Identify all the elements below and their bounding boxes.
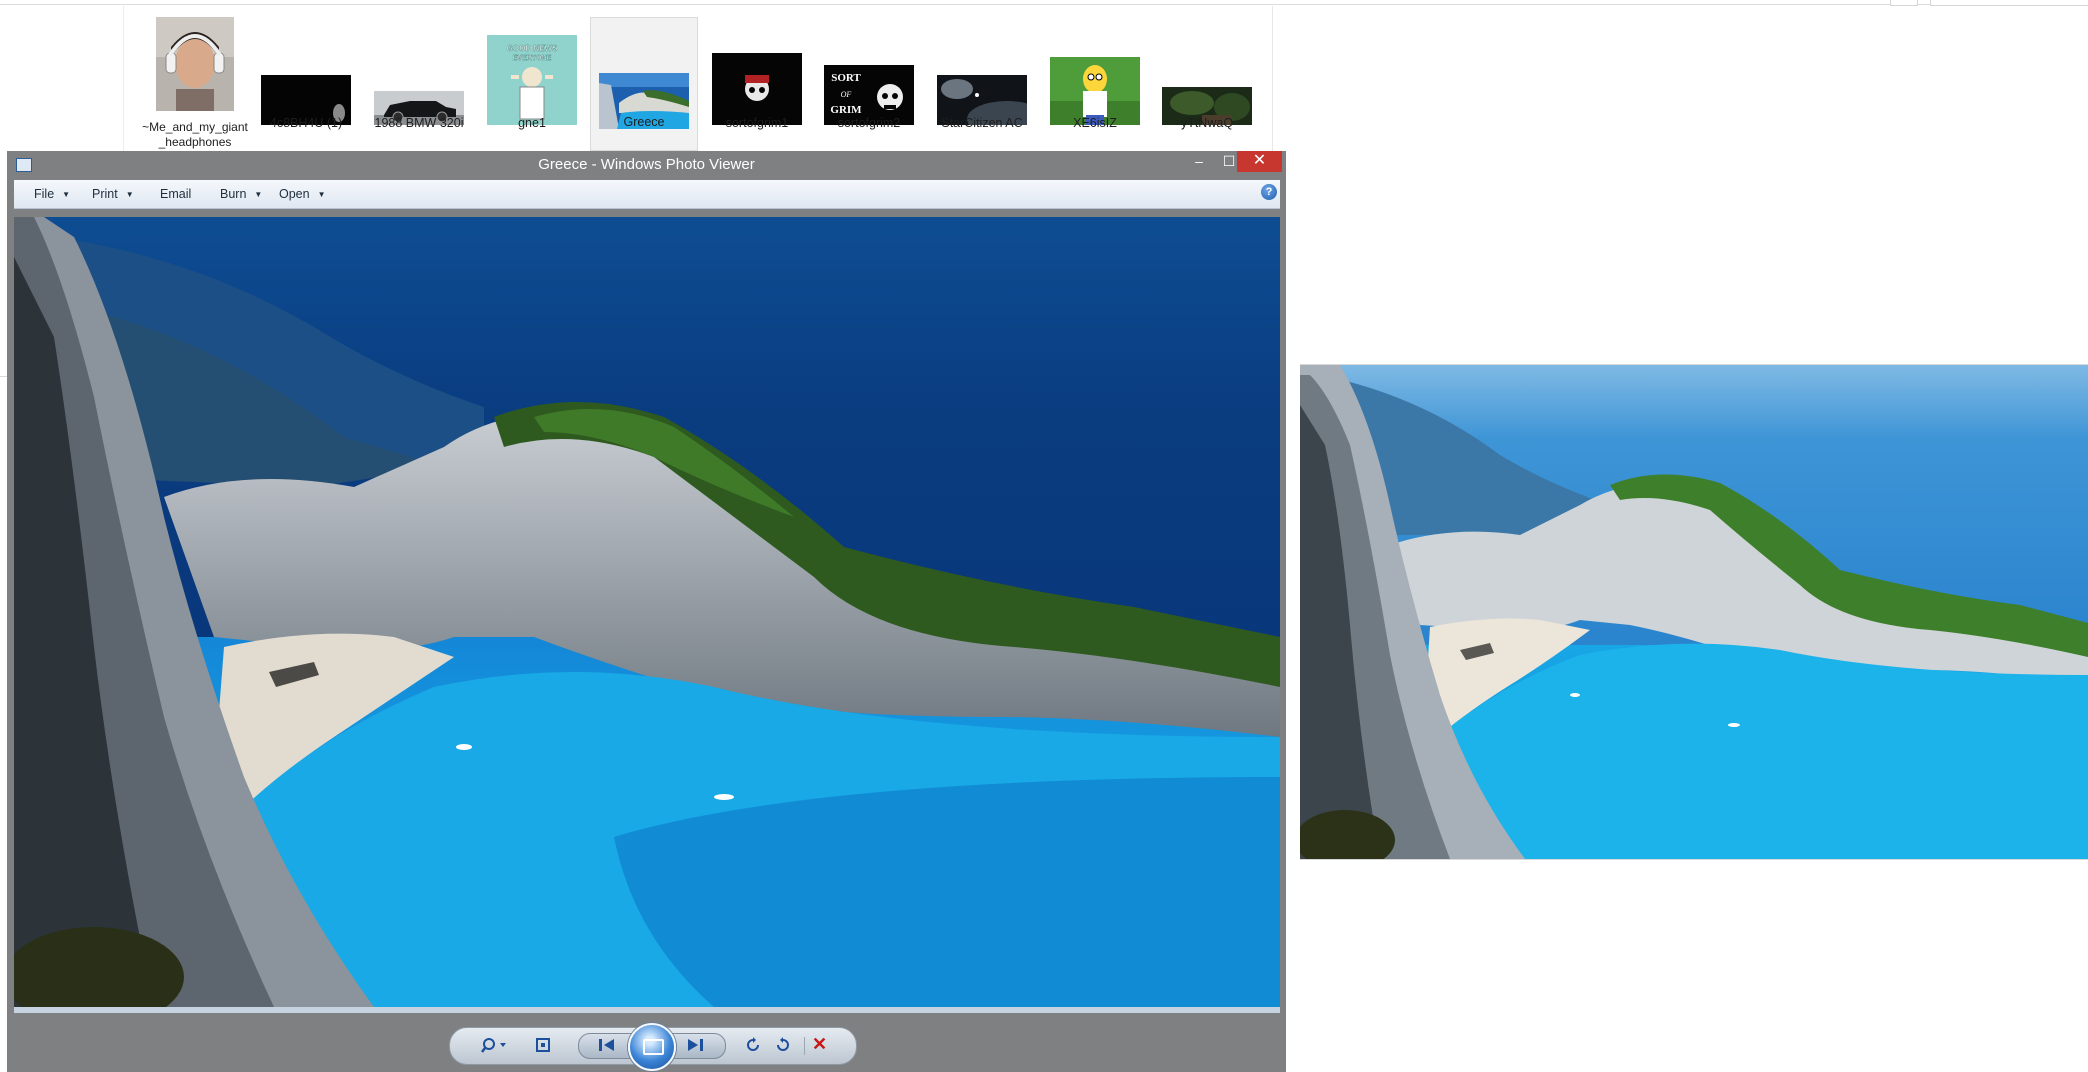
dropdown-arrow-icon: ▼ <box>317 190 326 200</box>
previous-icon[interactable] <box>594 1036 620 1054</box>
thumbnail-4c8bh4u[interactable]: 4c8BH4U (1) <box>253 19 359 151</box>
menu-open[interactable]: Open ▼ <box>279 187 326 201</box>
rotate-clockwise-icon <box>777 1037 789 1051</box>
title-bar[interactable]: Greece - Windows Photo Viewer – ☐ ✕ <box>7 151 1286 177</box>
actual-size-icon <box>536 1038 550 1052</box>
explorer-top-control <box>1890 0 1918 6</box>
slideshow-button[interactable] <box>628 1023 676 1071</box>
toolbar-separator <box>804 1037 805 1055</box>
thumbnail-label: sortofgrim2 <box>837 116 901 130</box>
grim-skull-image <box>712 53 802 125</box>
rotate-counterclockwise-icon[interactable] <box>742 1036 764 1054</box>
thumbnail-caption-line: SORT <box>831 72 861 84</box>
zoom-icon[interactable] <box>480 1036 510 1054</box>
explorer-top-border <box>0 0 2088 5</box>
slideshow-icon <box>643 1039 664 1055</box>
photo-bottom-border <box>14 1007 1280 1013</box>
thumbnail-label: gne1 <box>518 116 546 130</box>
greece-photo <box>14 217 1280 1007</box>
next-icon[interactable] <box>682 1036 708 1054</box>
close-button[interactable]: ✕ <box>1237 151 1282 172</box>
thumbnail-starcitizen-ac[interactable]: StarCitizen AC <box>929 19 1035 151</box>
command-bar: File ▼ Print ▼ Email Burn ▼ Open ▼ ? <box>14 180 1280 209</box>
photo-viewer-window: Greece - Windows Photo Viewer – ☐ ✕ File… <box>7 151 1286 1072</box>
menu-file[interactable]: File ▼ <box>34 187 70 201</box>
thumbnail-sortofgrim1[interactable]: sortofgrim1 <box>704 19 810 151</box>
menu-label: Print <box>92 187 118 201</box>
menu-email[interactable]: Email <box>160 187 191 201</box>
menu-burn[interactable]: Burn ▼ <box>220 187 262 201</box>
thumbnail-caption-line: GOOD NEWS <box>507 44 558 53</box>
thumbnail-caption-line: GRIM <box>830 104 862 116</box>
rotate-clockwise-icon[interactable] <box>772 1036 794 1054</box>
greece-preview-image <box>1300 364 2088 860</box>
explorer-panel-edge <box>1272 6 1273 152</box>
menu-label: Open <box>279 187 310 201</box>
help-icon[interactable]: ? <box>1261 184 1277 200</box>
navagio-beach-preview <box>1300 365 2088 859</box>
navigation-toolbar: ✕ <box>449 1023 857 1071</box>
dropdown-arrow-icon: ▼ <box>125 190 134 200</box>
thumbnail-caption-line: EVERYONE <box>513 55 552 62</box>
window-title: Greece - Windows Photo Viewer <box>538 156 755 173</box>
navagio-beach-image <box>14 217 1280 1007</box>
thumbnail-caption-line: OF <box>841 90 852 99</box>
thumbnail-1988-bmw-320i[interactable]: 1988 BMW 320i <box>366 19 472 151</box>
menu-label: File <box>34 187 55 201</box>
thumbnail-label: XE6isIZ <box>1073 116 1117 130</box>
actual-size-icon[interactable] <box>532 1036 554 1054</box>
thumbnail-yttnwaq[interactable]: yTtNwaQ <box>1154 19 1260 151</box>
good-news-cartoon-image: GOOD NEWS EVERYONE <box>487 35 577 125</box>
thumbnail-label: Greece <box>623 115 665 129</box>
thumbnail-label: 4c8BH4U (1) <box>269 116 343 130</box>
thumbnail-label: sortofgrim1 <box>725 116 789 130</box>
zoom-icon <box>481 1038 506 1053</box>
headphones-portrait-image <box>156 17 234 111</box>
dropdown-arrow-icon: ▼ <box>62 190 71 200</box>
delete-button[interactable]: ✕ <box>812 1034 827 1055</box>
thumbnail-gne1[interactable]: GOOD NEWS EVERYONE gne1 <box>479 19 585 151</box>
thumbnail-label: 1988 BMW 320i <box>374 116 464 130</box>
menu-label: Burn <box>220 187 247 201</box>
thumbnail-label: StarCitizen AC <box>941 116 1023 130</box>
thumbnail-label: yTtNwaQ <box>1180 116 1234 130</box>
previous-icon <box>599 1039 614 1051</box>
rotate-counterclockwise-icon <box>747 1037 759 1051</box>
explorer-top-control <box>1930 0 2088 6</box>
dropdown-arrow-icon: ▼ <box>254 190 263 200</box>
thumbnail-xe6isiz[interactable]: XE6isIZ <box>1042 19 1148 151</box>
thumbnail-greece[interactable]: Greece <box>590 17 698 151</box>
thumbnail-me-and-my-giant-headphones[interactable]: ~Me_and_my_giant_headphones <box>142 17 248 151</box>
menu-label: Email <box>160 187 192 201</box>
minimize-button[interactable]: – <box>1185 151 1213 172</box>
menu-print[interactable]: Print ▼ <box>92 187 134 201</box>
thumbnail-sortofgrim2[interactable]: SORT OF GRIM sortofgrim2 <box>816 19 922 151</box>
thumbnail-label: ~Me_and_my_giant_headphones <box>142 120 248 149</box>
next-icon <box>688 1039 703 1051</box>
homer-cartoon-image <box>1050 57 1140 125</box>
